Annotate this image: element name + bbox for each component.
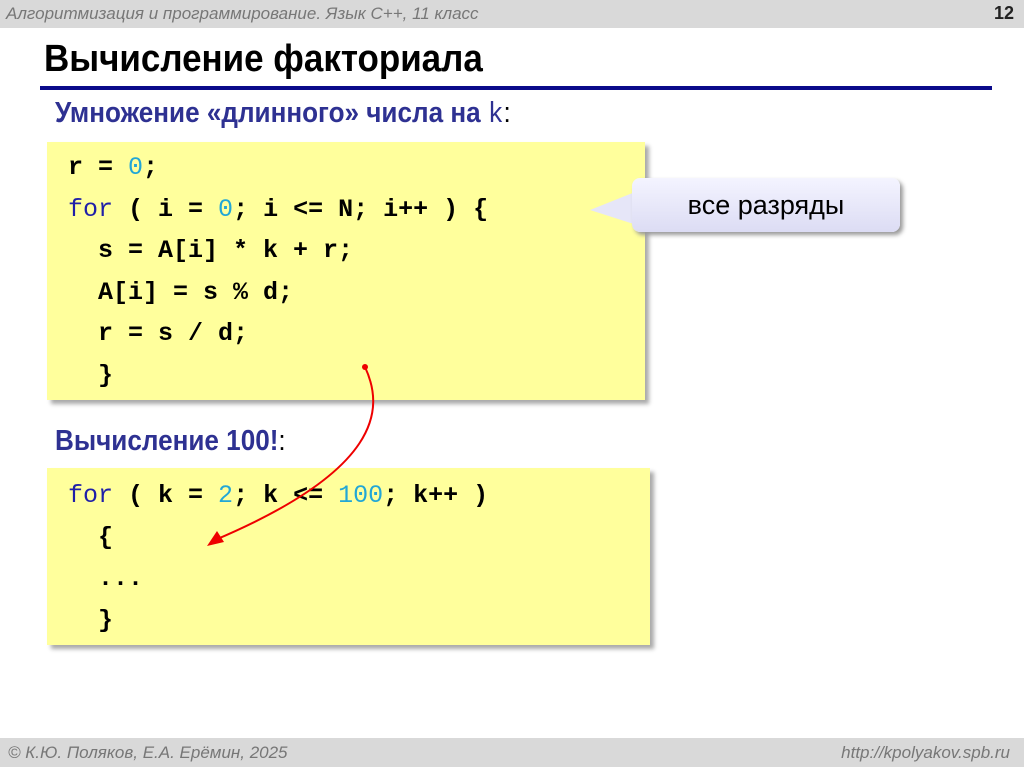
- footer-authors: © К.Ю. Поляков, Е.А. Ерёмин, 2025: [8, 743, 288, 762]
- footer-bar: © К.Ю. Поляков, Е.А. Ерёмин, 2025 http:/…: [0, 738, 1024, 767]
- footer-url[interactable]: http://kpolyakov.spb.ru: [841, 743, 1010, 763]
- red-arrow: [207, 364, 375, 546]
